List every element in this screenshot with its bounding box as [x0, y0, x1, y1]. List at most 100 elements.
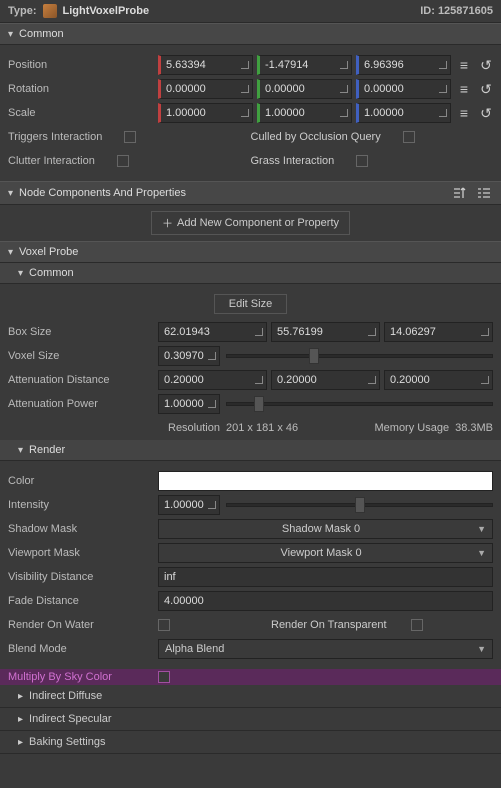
intensity-slider[interactable]	[226, 503, 493, 507]
reset-icon[interactable]: ↺	[479, 57, 493, 74]
sort-icon[interactable]	[451, 186, 469, 200]
slider-handle[interactable]	[355, 497, 365, 513]
render-water-label: Render On Water	[8, 619, 158, 631]
rotation-y-field[interactable]	[257, 79, 352, 99]
grass-checkbox[interactable]	[356, 155, 368, 167]
reset-icon[interactable]: ↺	[479, 105, 493, 122]
voxel-size-field[interactable]	[158, 346, 220, 366]
add-component-button[interactable]: ＋ Add New Component or Property	[151, 211, 350, 235]
box-size-z-input[interactable]	[390, 326, 480, 338]
voxel-size-input[interactable]	[164, 350, 207, 362]
resize-icon	[254, 327, 264, 337]
intensity-input[interactable]	[164, 499, 207, 511]
atten-dist-z-input[interactable]	[390, 374, 480, 386]
add-component-label: Add New Component or Property	[177, 217, 339, 229]
position-z-input[interactable]	[364, 59, 438, 71]
slider-handle[interactable]	[254, 396, 264, 412]
fade-input[interactable]	[164, 592, 487, 610]
visibility-input[interactable]	[164, 568, 487, 586]
blend-mode-dropdown[interactable]: Alpha Blend▼	[158, 639, 493, 659]
culled-checkbox[interactable]	[403, 131, 415, 143]
indirect-specular-title: Indirect Specular	[29, 713, 112, 725]
grass-label: Grass Interaction	[251, 155, 335, 167]
section-indirect-diffuse[interactable]: Indirect Diffuse	[0, 685, 501, 708]
voxel-size-label: Voxel Size	[8, 350, 158, 362]
resize-icon	[207, 500, 217, 510]
scale-z-field[interactable]	[356, 103, 451, 123]
position-x-input[interactable]	[166, 59, 240, 71]
atten-power-input[interactable]	[164, 398, 207, 410]
scale-x-input[interactable]	[166, 107, 240, 119]
triggers-checkbox[interactable]	[124, 131, 136, 143]
scale-x-field[interactable]	[158, 103, 253, 123]
chevron-down-icon: ▼	[477, 524, 486, 534]
resize-icon	[339, 60, 349, 70]
plus-icon: ＋	[162, 215, 173, 231]
indirect-diffuse-title: Indirect Diffuse	[29, 690, 102, 702]
menu-icon[interactable]: ≡	[457, 81, 471, 97]
scale-y-input[interactable]	[265, 107, 339, 119]
viewport-mask-label: Viewport Mask	[8, 547, 158, 559]
slider-handle[interactable]	[309, 348, 319, 364]
scale-z-input[interactable]	[364, 107, 438, 119]
position-x-field[interactable]	[158, 55, 253, 75]
section-render-header[interactable]: Render	[0, 440, 501, 461]
atten-dist-z-field[interactable]	[384, 370, 493, 390]
resize-icon	[438, 84, 448, 94]
box-size-x-input[interactable]	[164, 326, 254, 338]
resize-icon	[367, 375, 377, 385]
clutter-checkbox[interactable]	[117, 155, 129, 167]
chevron-down-icon	[18, 268, 23, 279]
voxel-common-title: Common	[29, 267, 493, 279]
scale-y-field[interactable]	[257, 103, 352, 123]
rotation-x-input[interactable]	[166, 83, 240, 95]
box-size-x-field[interactable]	[158, 322, 267, 342]
position-y-input[interactable]	[265, 59, 339, 71]
resize-icon	[339, 108, 349, 118]
chevron-down-icon	[8, 188, 13, 199]
menu-icon[interactable]: ≡	[457, 57, 471, 73]
atten-dist-y-field[interactable]	[271, 370, 380, 390]
list-icon[interactable]	[475, 186, 493, 200]
reset-icon[interactable]: ↺	[479, 81, 493, 98]
section-baking-settings[interactable]: Baking Settings	[0, 731, 501, 754]
rotation-z-field[interactable]	[356, 79, 451, 99]
position-z-field[interactable]	[356, 55, 451, 75]
edit-size-button[interactable]: Edit Size	[214, 294, 287, 314]
intensity-field[interactable]	[158, 495, 220, 515]
attenuation-distance-label: Attenuation Distance	[8, 374, 158, 386]
position-y-field[interactable]	[257, 55, 352, 75]
resize-icon	[254, 375, 264, 385]
rotation-z-input[interactable]	[364, 83, 438, 95]
fade-field[interactable]	[158, 591, 493, 611]
atten-dist-x-input[interactable]	[164, 374, 254, 386]
voxel-size-slider[interactable]	[226, 354, 493, 358]
viewport-mask-dropdown[interactable]: Viewport Mask 0▼	[158, 543, 493, 563]
color-swatch[interactable]	[158, 471, 493, 491]
atten-power-slider[interactable]	[226, 402, 493, 406]
box-size-y-field[interactable]	[271, 322, 380, 342]
shadow-mask-dropdown[interactable]: Shadow Mask 0▼	[158, 519, 493, 539]
menu-icon[interactable]: ≡	[457, 105, 471, 121]
section-common-header[interactable]: Common	[0, 23, 501, 45]
box-size-z-field[interactable]	[384, 322, 493, 342]
section-voxel-common-header[interactable]: Common	[0, 263, 501, 284]
atten-dist-y-input[interactable]	[277, 374, 367, 386]
atten-power-field[interactable]	[158, 394, 220, 414]
box-size-y-input[interactable]	[277, 326, 367, 338]
visibility-field[interactable]	[158, 567, 493, 587]
rotation-x-field[interactable]	[158, 79, 253, 99]
section-indirect-specular[interactable]: Indirect Specular	[0, 708, 501, 731]
multiply-sky-checkbox[interactable]	[158, 671, 170, 683]
voxel-probe-icon	[43, 4, 57, 18]
viewport-mask-value: Viewport Mask 0	[165, 547, 477, 559]
chevron-right-icon	[18, 737, 23, 748]
atten-dist-x-field[interactable]	[158, 370, 267, 390]
section-node-components-header[interactable]: Node Components And Properties	[0, 181, 501, 205]
render-title: Render	[29, 444, 493, 456]
section-voxel-probe-header[interactable]: Voxel Probe	[0, 241, 501, 263]
render-transparent-checkbox[interactable]	[411, 619, 423, 631]
rotation-y-input[interactable]	[265, 83, 339, 95]
render-water-checkbox[interactable]	[158, 619, 170, 631]
color-label: Color	[8, 475, 158, 487]
